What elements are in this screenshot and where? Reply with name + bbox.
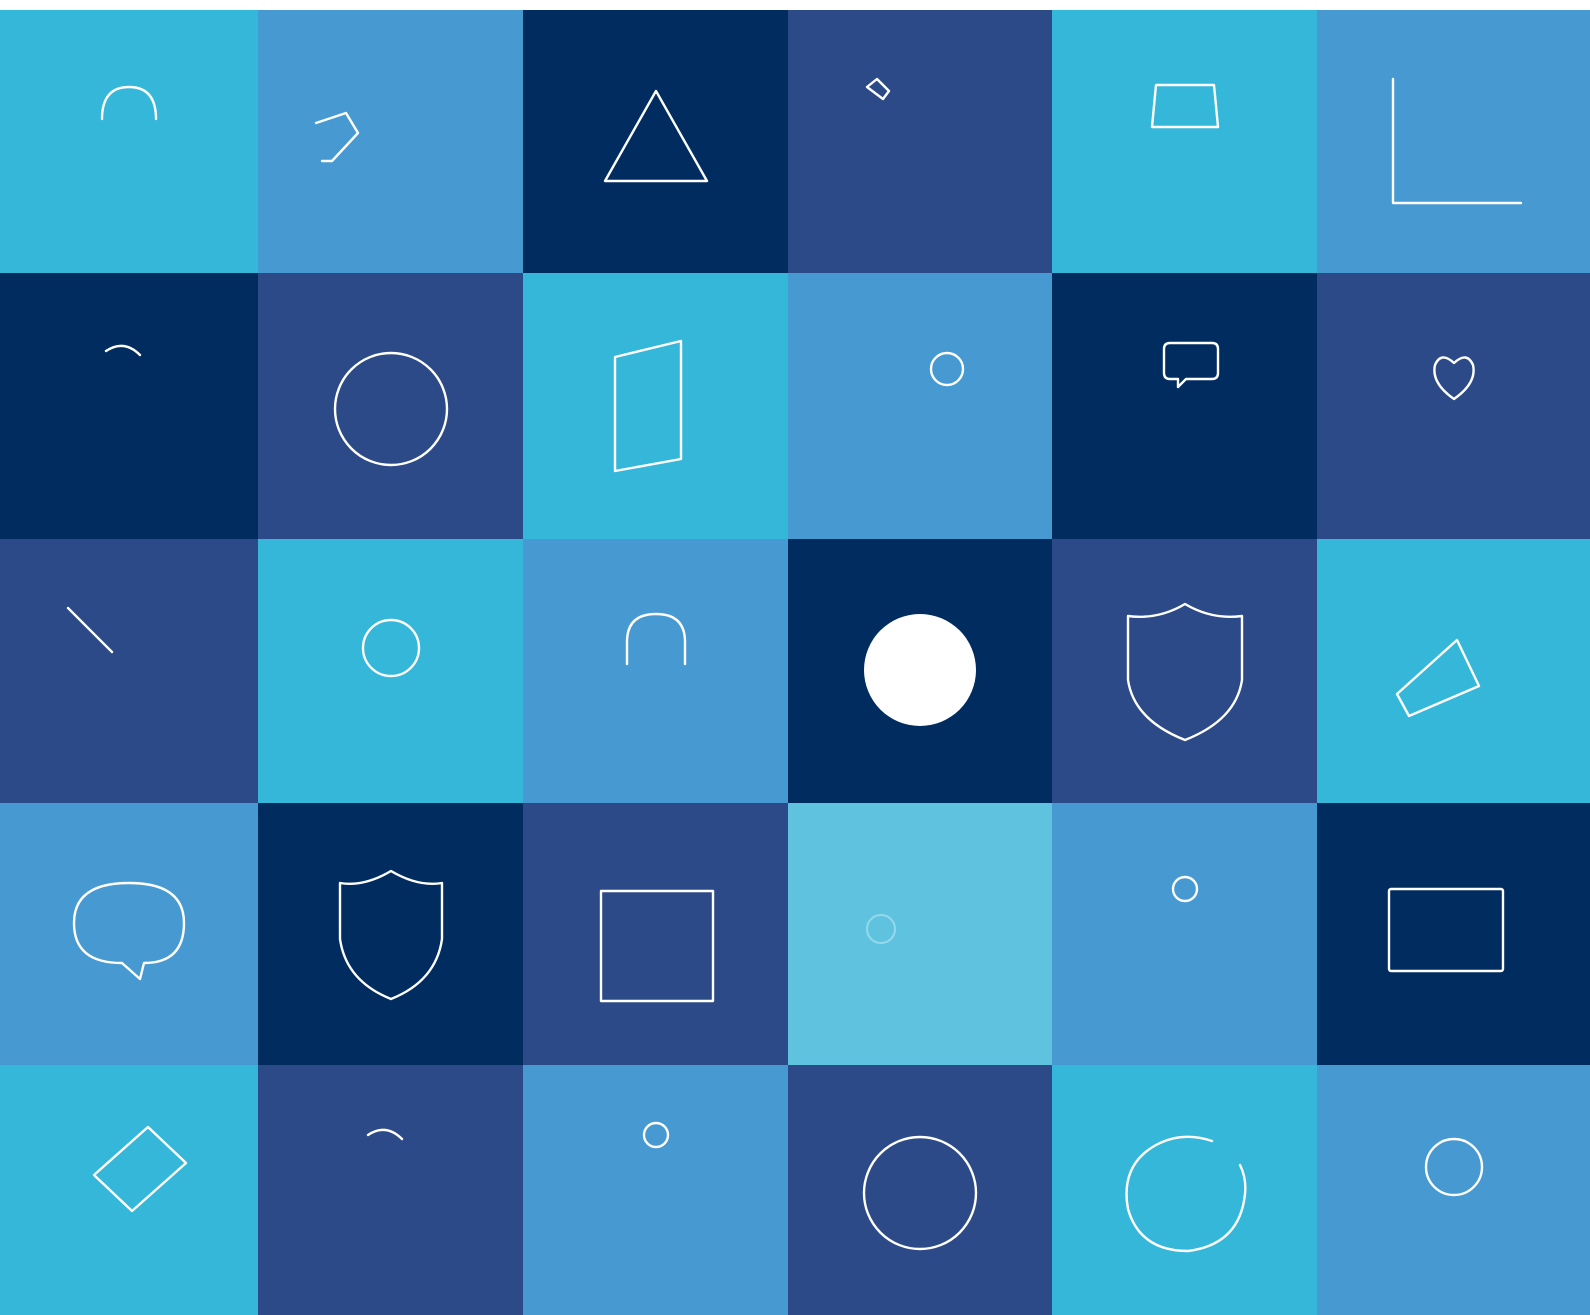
check-circle-icon	[1100, 1105, 1270, 1275]
justice-network-icon	[835, 1105, 1005, 1275]
globe-icon	[864, 614, 976, 726]
tile-people-exchange	[0, 273, 258, 539]
tile-growth-chart	[1317, 10, 1590, 273]
tile-warning	[523, 10, 788, 273]
tile-spy-incognito	[1052, 10, 1317, 273]
id-badge-shield-icon	[1369, 849, 1539, 1019]
hands-person-icon	[1100, 849, 1270, 1019]
icon-grid	[0, 10, 1590, 1315]
tile-justice-network	[258, 273, 523, 539]
tile-tools	[788, 10, 1052, 273]
megaphone-icon	[1369, 586, 1539, 756]
tile-chat-bubble	[0, 803, 258, 1065]
tile-people-exchange	[258, 1065, 523, 1315]
tile-hands-globe	[258, 539, 523, 803]
tile-handshake	[258, 10, 523, 273]
tile-construction-worker	[0, 10, 258, 273]
chat-bubble-icon	[44, 849, 214, 1019]
share-icon	[835, 321, 1005, 491]
tile-woman-group	[788, 803, 1052, 1065]
growth-chart-icon	[1369, 57, 1539, 227]
shield-book-icon	[571, 321, 741, 491]
people-exchange-icon	[306, 1105, 476, 1275]
tile-padlock	[523, 539, 788, 803]
gift-box-icon	[571, 849, 741, 1019]
tile-gift-box	[523, 803, 788, 1065]
tile-shield-book	[523, 273, 788, 539]
tile-shield-person	[258, 803, 523, 1065]
tile-justice-network	[788, 1065, 1052, 1315]
people-conversation-icon	[1100, 321, 1270, 491]
hands-globe-icon	[1369, 1105, 1539, 1275]
shield-certificate-icon	[1100, 586, 1270, 756]
tile-people-conversation	[1052, 273, 1317, 539]
padlock-icon	[571, 586, 741, 756]
tile-hand-money	[0, 1065, 258, 1315]
handshake-icon	[306, 57, 476, 227]
woman-group-icon	[835, 849, 1005, 1019]
tools-icon	[835, 57, 1005, 227]
org-chart-icon	[571, 1105, 741, 1275]
tile-hands-person	[1052, 803, 1317, 1065]
tile-id-badge-shield	[1317, 803, 1590, 1065]
tile-shield-certificate	[1052, 539, 1317, 803]
hands-heart-icon	[1369, 321, 1539, 491]
tile-hands-heart	[1317, 273, 1590, 539]
tile-org-chart	[523, 1065, 788, 1315]
hands-globe-icon	[306, 586, 476, 756]
shield-person-icon	[306, 849, 476, 1019]
spy-incognito-icon	[1100, 57, 1270, 227]
justice-network-icon	[306, 321, 476, 491]
tile-hands-globe	[1317, 1065, 1590, 1315]
construction-worker-icon	[44, 57, 214, 227]
tile-share	[788, 273, 1052, 539]
warning-icon	[571, 57, 741, 227]
tile-megaphone	[1317, 539, 1590, 803]
tile-check-circle	[1052, 1065, 1317, 1315]
tile-globe	[788, 539, 1052, 803]
people-exchange-icon	[44, 321, 214, 491]
converging-arrows-icon	[44, 586, 214, 756]
hand-money-icon	[44, 1105, 214, 1275]
tile-converging-arrows	[0, 539, 258, 803]
